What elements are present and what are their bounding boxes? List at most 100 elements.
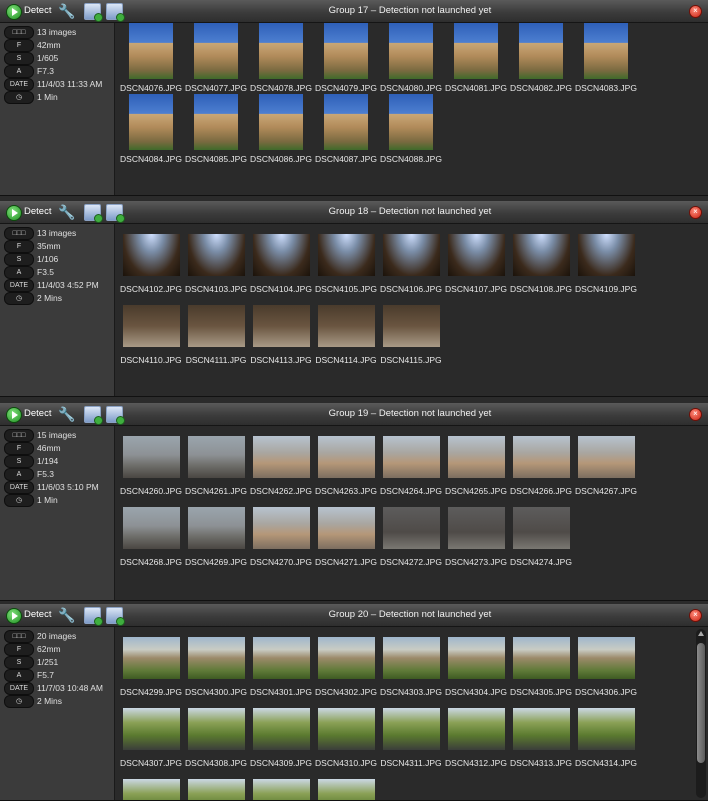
thumbnail-item[interactable]: DSCN4103.JPG [184,224,248,296]
detect-button[interactable]: Detect [24,408,51,419]
thumbnail-image[interactable] [318,234,375,276]
thumbnail-item[interactable]: DSCN4086.JPG [249,94,313,166]
thumbnail-image[interactable] [513,637,570,679]
add-image-icon[interactable] [106,406,125,425]
thumbnail-item[interactable]: DSCN4087.JPG [314,94,378,166]
thumbnail-item[interactable]: DSCN4271.JPG [314,497,378,569]
thumbnail-image[interactable] [318,779,375,800]
thumbnail-image[interactable] [123,507,180,549]
thumbnail-image[interactable] [513,507,570,549]
thumbnail-image[interactable] [253,507,310,549]
thumbnail-image[interactable] [383,507,440,549]
play-icon[interactable] [6,4,22,20]
thumbnail-image[interactable] [253,708,310,750]
thumbnail-item[interactable]: DSCN4079.JPG [314,23,378,95]
detect-button[interactable]: Detect [24,206,51,217]
thumbnail-image[interactable] [259,23,303,79]
export-image-icon[interactable] [84,204,103,223]
thumbnail-image[interactable] [253,234,310,276]
close-icon[interactable]: × [689,609,702,622]
thumbnail-image[interactable] [188,234,245,276]
thumbnail-item[interactable]: DSCN4306.JPG [574,627,638,699]
thumbnail-image[interactable] [389,23,433,79]
thumbnail-item[interactable]: DSCN4082.JPG [509,23,573,95]
thumbnail-item[interactable]: DSCN4274.JPG [509,497,573,569]
thumbnail-image[interactable] [513,708,570,750]
thumbnail-item[interactable]: DSCN4273.JPG [444,497,508,569]
thumbnail-item[interactable]: DSCN4307.JPG [119,698,183,770]
thumbnail-item[interactable]: DSCN4268.JPG [119,497,183,569]
thumbnail-item[interactable]: DSCN4115.JPG [379,295,443,367]
thumbnail-image[interactable] [188,779,245,800]
thumbnail-image[interactable] [383,234,440,276]
thumbnail-item[interactable]: DSCN4313.JPG [509,698,573,770]
thumbnail-image[interactable] [123,779,180,800]
thumbnail-image[interactable] [448,234,505,276]
thumbnail-item[interactable]: DSCN4261.JPG [184,426,248,498]
thumbnail-image[interactable] [123,305,180,347]
thumbnail-item[interactable] [314,769,378,800]
close-icon[interactable]: × [689,206,702,219]
thumbnail-image[interactable] [519,23,563,79]
thumbnail-image[interactable] [454,23,498,79]
thumbnail-item[interactable]: DSCN4078.JPG [249,23,313,95]
thumbnail-item[interactable]: DSCN4102.JPG [119,224,183,296]
thumbnail-image[interactable] [448,507,505,549]
thumbnail-image[interactable] [318,305,375,347]
thumbnail-image[interactable] [253,305,310,347]
thumbnail-image[interactable] [578,708,635,750]
thumbnail-item[interactable]: DSCN4266.JPG [509,426,573,498]
thumbnail-image[interactable] [188,507,245,549]
thumbnail-image[interactable] [253,436,310,478]
thumbnail-image[interactable] [324,94,368,150]
thumbnail-item[interactable]: DSCN4107.JPG [444,224,508,296]
detect-button[interactable]: Detect [24,5,51,16]
thumbnail-image[interactable] [383,637,440,679]
thumbnail-image[interactable] [584,23,628,79]
thumbnail-item[interactable]: DSCN4304.JPG [444,627,508,699]
thumbnail-item[interactable]: DSCN4309.JPG [249,698,313,770]
thumbnail-image[interactable] [318,708,375,750]
thumbnail-item[interactable]: DSCN4080.JPG [379,23,443,95]
thumbnail-item[interactable]: DSCN4270.JPG [249,497,313,569]
thumbnail-item[interactable]: DSCN4106.JPG [379,224,443,296]
vertical-scrollbar[interactable] [696,629,706,798]
thumbnail-image[interactable] [253,779,310,800]
wrench-icon[interactable]: 🔧 [58,3,75,19]
thumbnail-image[interactable] [448,637,505,679]
thumbnail-image[interactable] [389,94,433,150]
thumbnail-item[interactable]: DSCN4085.JPG [184,94,248,166]
thumbnail-image[interactable] [578,637,635,679]
add-image-icon[interactable] [106,607,125,626]
thumbnail-item[interactable]: DSCN4081.JPG [444,23,508,95]
thumbnail-image[interactable] [123,234,180,276]
thumbnail-item[interactable] [184,769,248,800]
thumbnail-item[interactable]: DSCN4114.JPG [314,295,378,367]
thumbnail-item[interactable]: DSCN4312.JPG [444,698,508,770]
thumbnail-image[interactable] [383,708,440,750]
thumbnail-image[interactable] [123,637,180,679]
thumbnail-image[interactable] [318,436,375,478]
thumbnail-image[interactable] [324,23,368,79]
thumbnail-image[interactable] [318,507,375,549]
thumbnail-item[interactable]: DSCN4110.JPG [119,295,183,367]
thumbnail-item[interactable]: DSCN4267.JPG [574,426,638,498]
close-icon[interactable]: × [689,408,702,421]
thumbnail-image[interactable] [188,436,245,478]
thumbnail-item[interactable]: DSCN4303.JPG [379,627,443,699]
thumbnail-item[interactable]: DSCN4113.JPG [249,295,313,367]
wrench-icon[interactable]: 🔧 [58,607,75,623]
scrollbar-thumb[interactable] [697,643,705,763]
thumbnail-item[interactable]: DSCN4300.JPG [184,627,248,699]
thumbnail-image[interactable] [448,436,505,478]
thumbnail-image[interactable] [253,637,310,679]
thumbnail-item[interactable]: DSCN4311.JPG [379,698,443,770]
detect-button[interactable]: Detect [24,609,51,620]
thumbnail-item[interactable]: DSCN4302.JPG [314,627,378,699]
thumbnail-image[interactable] [513,234,570,276]
thumbnail-image[interactable] [383,305,440,347]
thumbnail-item[interactable] [119,769,183,800]
thumbnail-image[interactable] [383,436,440,478]
thumbnail-image[interactable] [513,436,570,478]
wrench-icon[interactable]: 🔧 [58,204,75,220]
